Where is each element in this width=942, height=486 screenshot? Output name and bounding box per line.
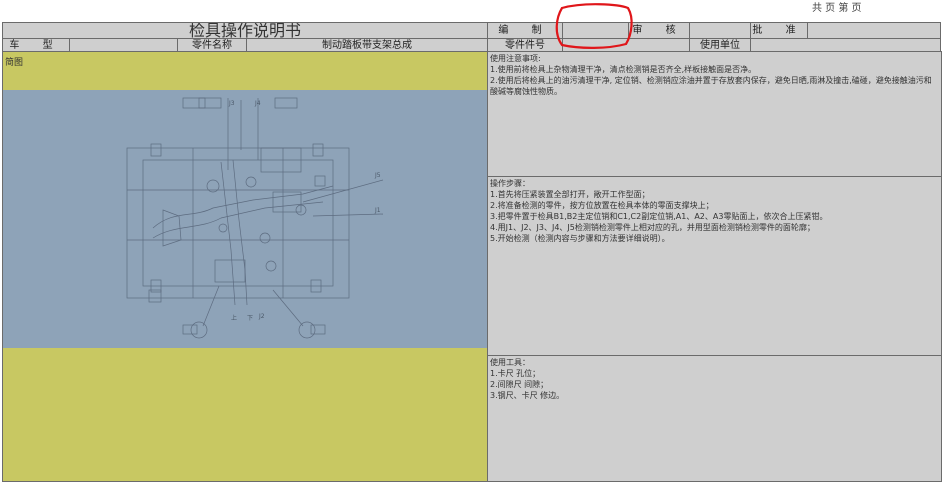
tools-title: 使用工具：: [490, 358, 530, 367]
diagram-label: 简图: [5, 58, 24, 68]
drawing-panel: J3 J4 J5 J1 J2 上 下: [3, 90, 487, 348]
usage-notes-box: 使用注意事项: 1.使用前将检具上杂物清理干净，清点检测销是否齐全,样板接触面是…: [487, 51, 942, 177]
label-j4: J4: [254, 100, 261, 107]
fixture-drawing: J3 J4 J5 J1 J2 上 下: [126, 97, 384, 339]
unit-label: 使用单位: [689, 38, 751, 52]
diagram-section: 简图 J3 J4 J5 J1 J2 上 下: [2, 51, 488, 482]
part-name-label: 零件名称: [177, 38, 247, 52]
tools-line-1: 1.卡尺 孔位；: [490, 369, 541, 378]
red-highlight-annotation: [555, 3, 633, 49]
unit-value[interactable]: [750, 38, 941, 52]
usage-notes-line-1: 1.使用前将检具上杂物清理干净，清点检测销是否齐全,样板接触面是否净。: [490, 65, 757, 74]
review-value[interactable]: [689, 22, 751, 39]
tools-line-3: 3.钢尺、卡尺 修边。: [490, 391, 565, 400]
steps-line-4: 4.用J1、J2、J3、J4、J5检测销检测零件上相对应的孔，并用型面检测销检测…: [490, 223, 815, 232]
usage-notes-line-2: 2.使用后将检具上的油污清理干净, 定位销、检测销应涂油并置于存放套内保存，避免…: [490, 76, 932, 96]
tools-line-2: 2.间隙尺 间隙；: [490, 380, 549, 389]
steps-line-5: 5.开始检测（检测内容与步骤和方法要详细说明）。: [490, 234, 670, 243]
part-name-value[interactable]: 制动踏板带支架总成: [246, 38, 488, 52]
label-up: 上: [231, 314, 237, 322]
operation-steps-box: 操作步骤： 1.首先将压紧装置全部打开，敞开工作型面； 2.将准备检测的零件，按…: [487, 176, 942, 356]
label-down: 下: [247, 315, 253, 322]
approve-label: 批 准: [750, 22, 808, 39]
steps-line-3: 3.把零件置于检具B1,B2主定位销和C1,C2副定位销,A1、A2、A3零贴面…: [490, 212, 828, 221]
label-j3: J3: [228, 100, 235, 107]
steps-line-1: 1.首先将压紧装置全部打开，敞开工作型面；: [490, 190, 650, 199]
document-title: 检具操作说明书: [2, 22, 488, 39]
label-j5: J5: [374, 172, 381, 179]
car-type-value[interactable]: [69, 38, 178, 52]
tools-box: 使用工具： 1.卡尺 孔位； 2.间隙尺 间隙； 3.钢尺、卡尺 修边。: [487, 355, 942, 482]
label-j2: J2: [258, 313, 265, 320]
car-type-label: 车 型: [2, 38, 70, 52]
usage-notes-title: 使用注意事项:: [490, 54, 541, 63]
approve-value[interactable]: [807, 22, 941, 39]
steps-title: 操作步骤：: [490, 179, 530, 188]
sheet-count-label: 共 页 第 页: [812, 3, 862, 14]
label-j1: J1: [374, 207, 381, 214]
steps-line-2: 2.将准备检测的零件，按方位放置在检具本体的零面支撑块上；: [490, 201, 714, 210]
